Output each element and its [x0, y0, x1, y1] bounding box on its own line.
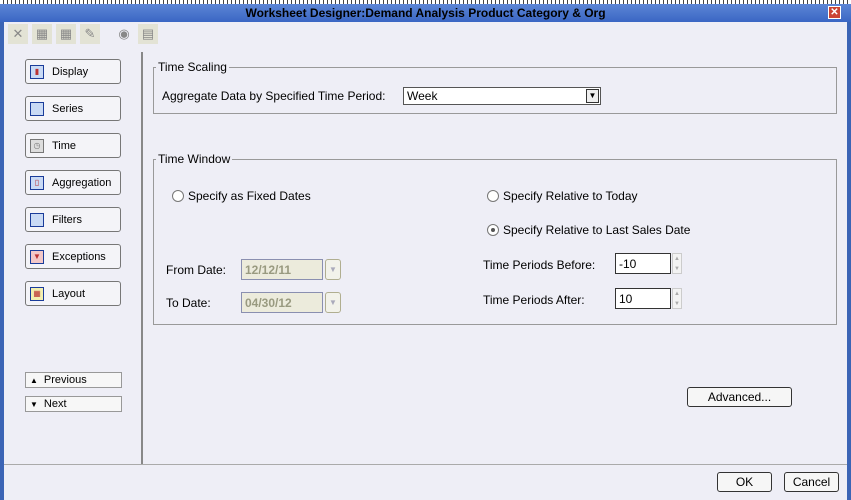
table-export-icon[interactable]: ▦: [56, 24, 76, 44]
periods-before-input[interactable]: -10: [615, 253, 671, 274]
filter-icon: [30, 212, 44, 227]
sidebar-item-series[interactable]: Series: [25, 96, 121, 121]
radio-label: Specify Relative to Today: [503, 189, 638, 203]
sidebar-item-display[interactable]: ▮ Display: [25, 59, 121, 84]
table-icon[interactable]: ▦: [32, 24, 52, 44]
radio-circle: [487, 224, 499, 236]
relative-last-sales-radio[interactable]: Specify Relative to Last Sales Date: [487, 223, 690, 237]
to-date-label: To Date:: [166, 296, 211, 310]
button-bar: OK Cancel: [4, 464, 847, 500]
sidebar-item-exceptions[interactable]: ▼ Exceptions: [25, 244, 121, 269]
from-date-label: From Date:: [166, 263, 227, 277]
sidebar-item-layout[interactable]: ▦ Layout: [25, 281, 121, 306]
group-title: Time Scaling: [158, 60, 227, 74]
periods-after-input[interactable]: 10: [615, 288, 671, 309]
toolbar: ✕ ▦ ▦ ✎ ◉ ▤: [8, 24, 158, 46]
layout-icon: ▦: [30, 286, 44, 301]
sidebar-item-time[interactable]: ◷ Time: [25, 133, 121, 158]
chart-icon: ▮: [30, 64, 44, 79]
fixed-dates-radio[interactable]: Specify as Fixed Dates: [172, 189, 311, 203]
clock-icon: ◷: [30, 138, 44, 153]
exceptions-icon: ▼: [30, 249, 44, 264]
sidebar-item-label: Layout: [52, 287, 86, 300]
to-date-dropdown[interactable]: ▼: [325, 292, 341, 313]
sidebar-item-label: Aggregation: [52, 176, 112, 189]
relative-today-radio[interactable]: Specify Relative to Today: [487, 189, 638, 203]
ok-button[interactable]: OK: [717, 472, 772, 492]
sidebar-item-label: Time: [52, 139, 77, 152]
sidebar-item-aggregation[interactable]: ▯ Aggregation: [25, 170, 121, 195]
radio-circle: [487, 190, 499, 202]
settings-icon[interactable]: ▤: [138, 24, 158, 44]
close-button[interactable]: ✕: [828, 6, 841, 19]
preview-icon[interactable]: ◉: [114, 24, 134, 44]
periods-after-label: Time Periods After:: [483, 293, 585, 307]
from-date-input[interactable]: 12/12/11: [241, 259, 323, 280]
previous-label: Previous: [43, 374, 87, 386]
time-period-value: Week: [407, 89, 438, 103]
periods-after-spinner[interactable]: ▲ ▼: [672, 288, 682, 309]
sidebar: ▮ Display Series ◷ Time ▯ Aggregation Filte…: [4, 52, 143, 464]
radio-label: Specify as Fixed Dates: [188, 189, 311, 203]
sidebar-item-filters[interactable]: Filters: [25, 207, 121, 232]
series-icon: [30, 101, 44, 116]
time-period-select[interactable]: Week ▼: [403, 87, 601, 105]
aggregate-label: Aggregate Data by Specified Time Period:: [162, 89, 386, 103]
sidebar-item-label: Display: [52, 65, 89, 78]
to-date-input[interactable]: 04/30/12: [241, 292, 323, 313]
radio-label: Specify Relative to Last Sales Date: [503, 223, 691, 237]
group-title: Time Window: [158, 152, 231, 166]
aggregation-icon: ▯: [30, 175, 44, 190]
main-panel: Time Scaling Aggregate Data by Specified…: [145, 52, 847, 464]
chevron-down-icon[interactable]: ▼: [586, 89, 599, 103]
advanced-button[interactable]: Advanced...: [687, 387, 792, 407]
edit-icon[interactable]: ✎: [80, 24, 100, 44]
sidebar-item-label: Filters: [52, 213, 82, 226]
dialog: ✕ ▦ ▦ ✎ ◉ ▤ ▮ Display Series ◷ Time ▯ Aggre…: [4, 22, 847, 500]
periods-before-spinner[interactable]: ▲ ▼: [672, 253, 682, 274]
next-button[interactable]: ▼ Next: [25, 396, 122, 412]
sidebar-item-label: Series: [52, 102, 84, 115]
delete-icon[interactable]: ✕: [8, 24, 28, 44]
next-label: Next: [43, 398, 67, 410]
title-bar: Worksheet Designer:Demand Analysis Produ…: [0, 4, 851, 22]
radio-circle: [172, 190, 184, 202]
arrow-down-icon: ▼: [30, 399, 38, 409]
periods-before-label: Time Periods Before:: [483, 258, 596, 272]
previous-button[interactable]: ▲ Previous: [25, 372, 122, 388]
window-title: Worksheet Designer:Demand Analysis Produ…: [245, 6, 606, 20]
arrow-up-icon: ▲: [30, 375, 38, 385]
cancel-button[interactable]: Cancel: [784, 472, 839, 492]
sidebar-item-label: Exceptions: [52, 250, 106, 263]
from-date-dropdown[interactable]: ▼: [325, 259, 341, 280]
